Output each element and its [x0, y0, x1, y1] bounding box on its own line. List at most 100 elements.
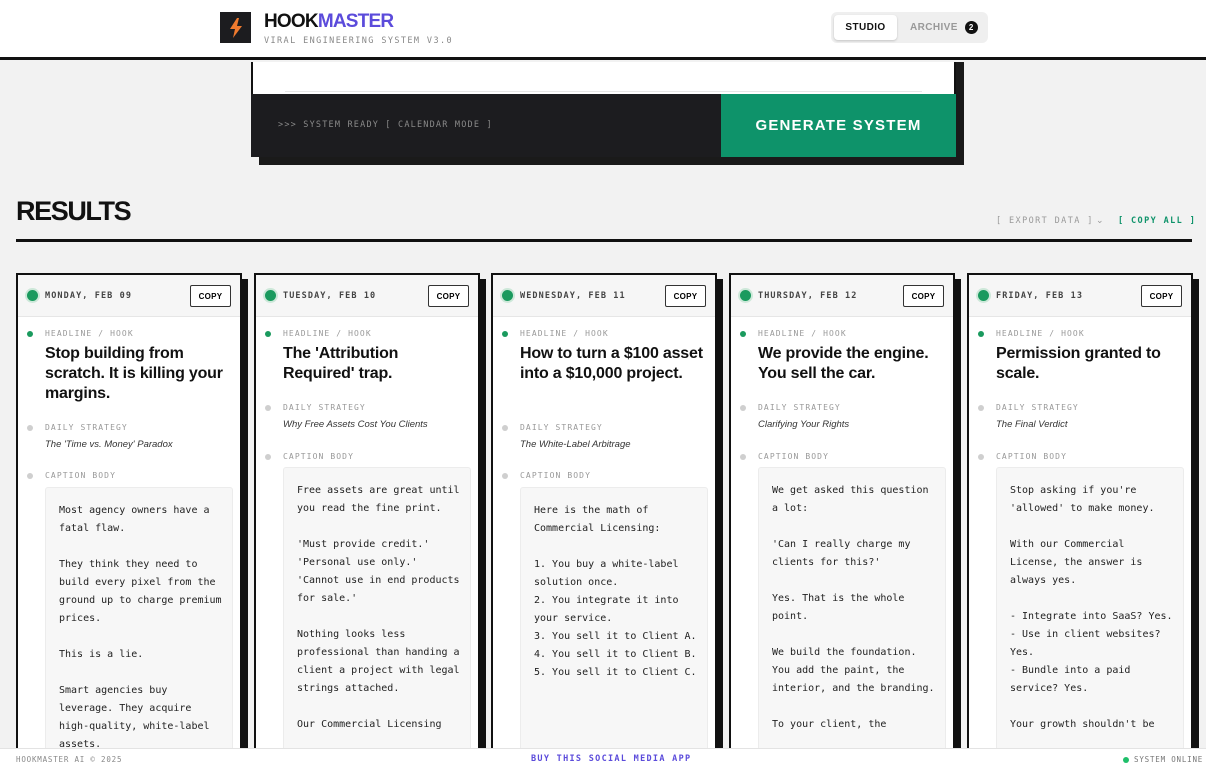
results-title: RESULTS: [16, 196, 132, 226]
headline-dot-icon: [265, 331, 271, 337]
caption-label: CAPTION BODY: [758, 452, 829, 461]
card-date: WEDNESDAY, FEB 11: [520, 291, 626, 301]
status-dot-icon: [265, 290, 276, 301]
system-status-label: SYSTEM ONLINE: [1134, 755, 1204, 764]
footer-copyright: HOOKMASTER AI © 2025: [16, 755, 123, 764]
strategy-dot-icon: [740, 405, 746, 411]
card-headline: The 'Attribution Required' trap.: [283, 345, 399, 382]
caption-body: Most agency owners have a fatal flaw. Th…: [45, 487, 233, 767]
headline-dot-icon: [740, 331, 746, 337]
copy-all-button[interactable]: [ COPY ALL ]: [1118, 216, 1196, 226]
copy-button[interactable]: COPY: [665, 285, 706, 307]
online-dot-icon: [1123, 756, 1129, 763]
chevron-down-icon[interactable]: ⌄: [1096, 215, 1104, 226]
caption-dot-icon: [502, 473, 508, 479]
strategy-dot-icon: [27, 425, 33, 431]
strategy-dot-icon: [265, 405, 271, 411]
caption-label: CAPTION BODY: [45, 471, 116, 480]
logo[interactable]: [220, 12, 251, 43]
headline-label: HEADLINE / HOOK: [520, 329, 609, 338]
caption-body: We get asked this question a lot: 'Can I…: [758, 467, 946, 767]
caption-body: Stop asking if you're 'allowed' to make …: [996, 467, 1184, 767]
headline-label: HEADLINE / HOOK: [283, 329, 372, 338]
card-headline: Stop building from scratch. It is killin…: [45, 345, 223, 402]
caption-text: Here is the math of Commercial Licensing…: [534, 505, 697, 678]
caption-text: Free assets are great until you read the…: [297, 485, 460, 730]
status-dot-icon: [740, 290, 751, 301]
day-card: FRIDAY, FEB 13 COPY HEADLINE / HOOK Perm…: [967, 273, 1193, 767]
card-headline: We provide the engine. You sell the car.: [758, 345, 929, 382]
status-dot-icon: [978, 290, 989, 301]
copy-button[interactable]: COPY: [190, 285, 231, 307]
card-strategy: Clarifying Your Rights: [758, 419, 850, 430]
caption-dot-icon: [265, 454, 271, 460]
headline-dot-icon: [978, 331, 984, 337]
card-date: TUESDAY, FEB 10: [283, 291, 377, 301]
card-header: FRIDAY, FEB 13 COPY: [969, 275, 1191, 317]
day-card: TUESDAY, FEB 10 COPY HEADLINE / HOOK The…: [254, 273, 480, 767]
card-header: THURSDAY, FEB 12 COPY: [731, 275, 953, 317]
copy-button[interactable]: COPY: [428, 285, 469, 307]
caption-text: Stop asking if you're 'allowed' to make …: [1010, 485, 1173, 730]
tab-studio[interactable]: STUDIO: [834, 15, 897, 40]
tab-archive-label: ARCHIVE: [910, 22, 958, 33]
card-strategy: Why Free Assets Cost You Clients: [283, 419, 428, 430]
strategy-dot-icon: [978, 405, 984, 411]
tab-archive[interactable]: ARCHIVE 2: [910, 15, 978, 40]
system-status-text: >>> SYSTEM READY [ CALENDAR MODE ]: [278, 120, 493, 130]
top-bar: HOOKMASTER VIRAL ENGINEERING SYSTEM V3.0…: [0, 0, 1206, 60]
card-date: THURSDAY, FEB 12: [758, 291, 858, 301]
lightning-bolt-icon: [229, 17, 242, 38]
strategy-label: DAILY STRATEGY: [996, 403, 1079, 412]
card-headline: Permission granted to scale.: [996, 345, 1161, 382]
caption-dot-icon: [740, 454, 746, 460]
card-strategy: The 'Time vs. Money' Paradox: [45, 439, 173, 450]
day-card: THURSDAY, FEB 12 COPY HEADLINE / HOOK We…: [729, 273, 955, 767]
strategy-label: DAILY STRATEGY: [758, 403, 841, 412]
buy-app-link[interactable]: BUY THIS SOCIAL MEDIA APP: [531, 754, 691, 764]
day-card: WEDNESDAY, FEB 11 COPY HEADLINE / HOOK H…: [491, 273, 717, 767]
view-toggle: STUDIO ARCHIVE 2: [831, 12, 988, 43]
card-header: MONDAY, FEB 09 COPY: [18, 275, 240, 317]
card-header: WEDNESDAY, FEB 11 COPY: [493, 275, 715, 317]
copy-button[interactable]: COPY: [1141, 285, 1182, 307]
status-dot-icon: [27, 290, 38, 301]
headline-dot-icon: [27, 331, 33, 337]
strategy-dot-icon: [502, 425, 508, 431]
system-status: SYSTEM ONLINE: [1123, 755, 1203, 764]
results-divider: [16, 239, 1192, 242]
caption-dot-icon: [27, 473, 33, 479]
caption-label: CAPTION BODY: [520, 471, 591, 480]
strategy-label: DAILY STRATEGY: [283, 403, 366, 412]
headline-dot-icon: [502, 331, 508, 337]
card-headline: How to turn a $100 asset into a $10,000 …: [520, 345, 703, 382]
caption-label: CAPTION BODY: [996, 452, 1067, 461]
strategy-label: DAILY STRATEGY: [45, 423, 128, 432]
status-dot-icon: [502, 290, 513, 301]
caption-body: Here is the math of Commercial Licensing…: [520, 487, 708, 767]
command-bar: >>> SYSTEM READY [ CALENDAR MODE ] GENER…: [251, 94, 956, 157]
card-header: TUESDAY, FEB 10 COPY: [256, 275, 478, 317]
input-panel: [251, 62, 956, 94]
brand-name: HOOKMASTER: [264, 11, 394, 32]
caption-text: We get asked this question a lot: 'Can I…: [772, 485, 935, 730]
export-data-button[interactable]: [ EXPORT DATA ]: [996, 216, 1094, 226]
brand-tagline: VIRAL ENGINEERING SYSTEM V3.0: [264, 36, 454, 46]
card-strategy: The Final Verdict: [996, 419, 1068, 430]
footer: HOOKMASTER AI © 2025 BUY THIS SOCIAL MED…: [0, 748, 1206, 767]
headline-label: HEADLINE / HOOK: [45, 329, 134, 338]
card-strategy: The White-Label Arbitrage: [520, 439, 631, 450]
card-date: MONDAY, FEB 09: [45, 291, 133, 301]
archive-count-badge: 2: [964, 21, 978, 34]
caption-dot-icon: [978, 454, 984, 460]
caption-body: Free assets are great until you read the…: [283, 467, 471, 767]
strategy-label: DAILY STRATEGY: [520, 423, 603, 432]
generate-system-button[interactable]: GENERATE SYSTEM: [721, 94, 956, 157]
copy-button[interactable]: COPY: [903, 285, 944, 307]
headline-label: HEADLINE / HOOK: [996, 329, 1085, 338]
headline-label: HEADLINE / HOOK: [758, 329, 847, 338]
results-cards: MONDAY, FEB 09 COPY HEADLINE / HOOK Stop…: [16, 273, 1206, 767]
caption-label: CAPTION BODY: [283, 452, 354, 461]
card-date: FRIDAY, FEB 13: [996, 291, 1084, 301]
day-card: MONDAY, FEB 09 COPY HEADLINE / HOOK Stop…: [16, 273, 242, 767]
